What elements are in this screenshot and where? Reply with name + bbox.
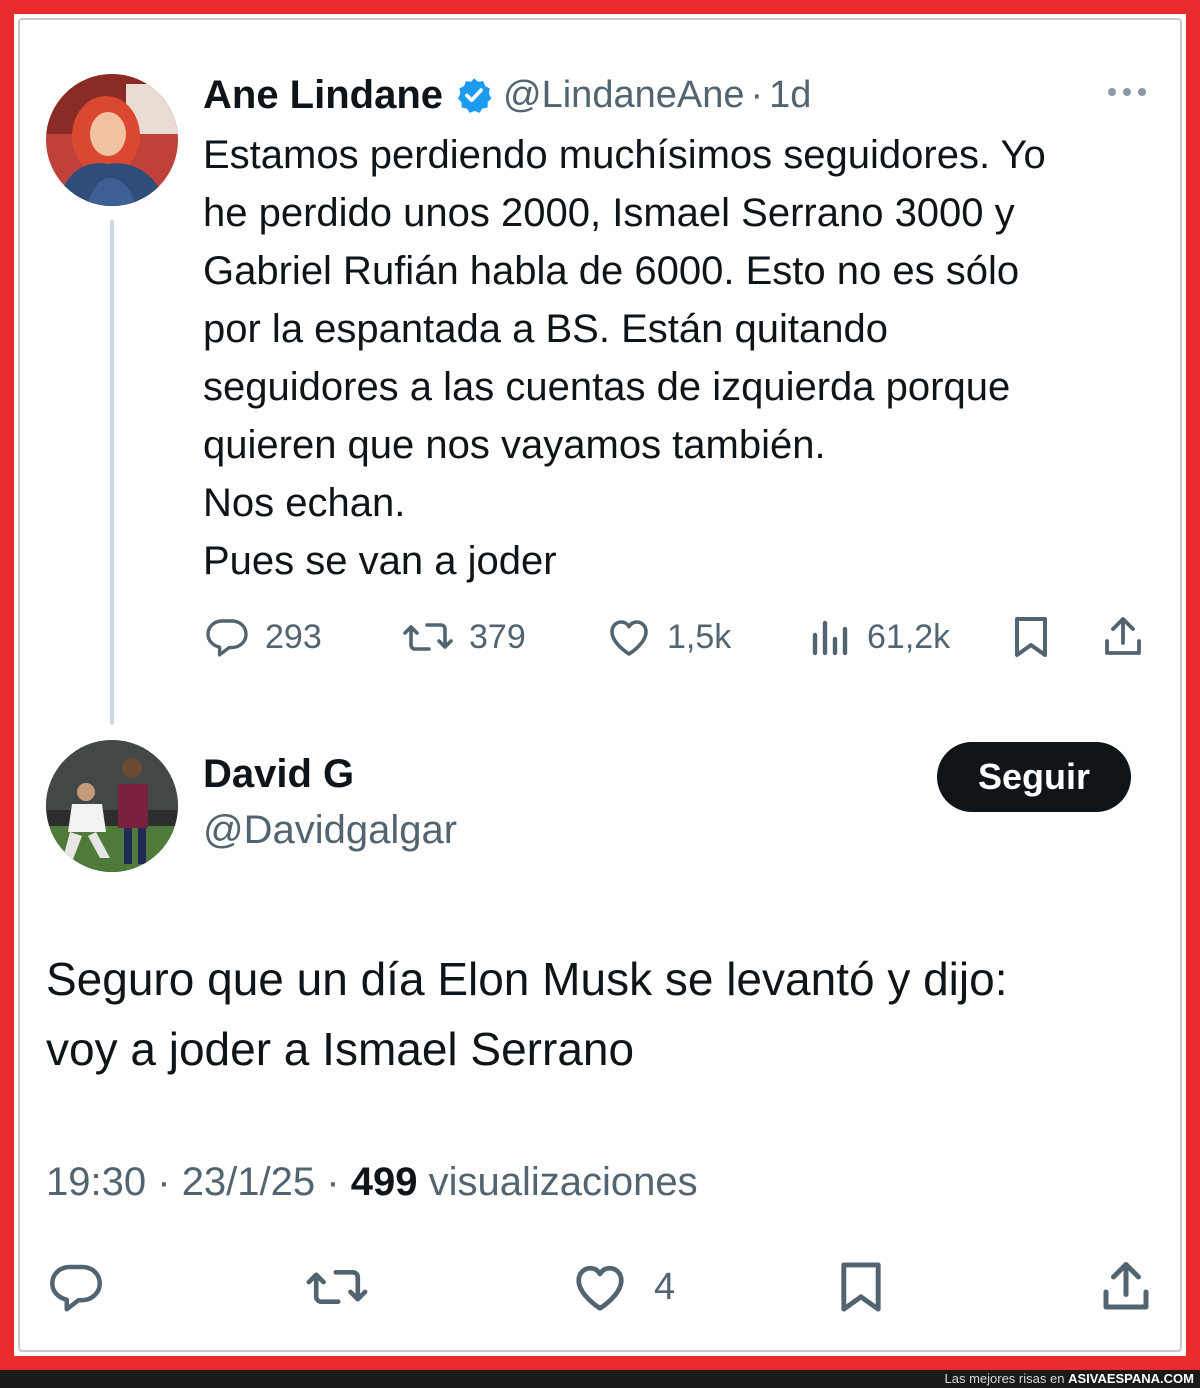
bookmark-button[interactable] (1009, 606, 1053, 668)
bookmark-icon (1009, 613, 1053, 661)
bookmark-icon (834, 1257, 888, 1317)
separator-dot: · (157, 1160, 171, 1204)
reply-author-handle[interactable]: @Davidgalgar (203, 808, 457, 853)
tweet-text-line: Gabriel Rufián habla de 6000. Esto no es… (203, 249, 1020, 293)
reply-icon (203, 613, 251, 661)
views-count: 61,2k (867, 617, 951, 656)
ane-lindane-avatar[interactable] (46, 74, 178, 206)
tweet-text-line: seguidores a las cuentas de izquierda po… (203, 365, 1011, 409)
follow-button[interactable]: Seguir (937, 742, 1131, 812)
david-g-avatar[interactable] (46, 740, 178, 872)
watermark-footer: Las mejores risas en ASIVAESPANA.COM (0, 1370, 1200, 1388)
share-button[interactable] (1099, 606, 1147, 668)
tweet-time[interactable]: 1d (769, 74, 811, 117)
bookmark-button[interactable] (834, 1256, 888, 1318)
like-count: 4 (654, 1265, 676, 1308)
share-icon (1096, 1257, 1156, 1317)
author-name[interactable]: Ane Lindane (203, 73, 443, 118)
footer-prefix: Las mejores risas en (944, 1371, 1065, 1386)
like-icon (570, 1257, 630, 1317)
repost-icon (401, 613, 455, 661)
like-button[interactable]: 1,5k (605, 606, 731, 668)
tweet-text-line: por la espantada a BS. Están quitando (203, 307, 888, 351)
original-tweet-text: Estamos perdiendo muchísimos seguidores.… (203, 126, 1153, 590)
repost-count: 379 (469, 617, 526, 656)
more-icon[interactable] (1104, 80, 1150, 104)
reply-text-line: Seguro que un día Elon Musk se levantó y… (46, 953, 1008, 1005)
reply-date[interactable]: 23/1/25 (182, 1160, 315, 1204)
repost-button[interactable] (304, 1256, 370, 1318)
reply-button[interactable] (46, 1256, 106, 1318)
tweet-text-line: Nos echan. (203, 481, 406, 525)
separator-dot: · (326, 1160, 340, 1204)
tweet-text-line: he perdido unos 2000, Ismael Serrano 300… (203, 191, 1015, 235)
reply-tweet-text: Seguro que un día Elon Musk se levantó y… (46, 944, 1166, 1084)
repost-button[interactable]: 379 (401, 606, 526, 668)
views-button[interactable]: 61,2k (809, 606, 950, 668)
separator-dot: · (750, 73, 764, 116)
verified-badge-icon (455, 76, 493, 114)
like-count: 1,5k (667, 617, 732, 656)
tweet-text-line: Estamos perdiendo muchísimos seguidores.… (203, 133, 1046, 177)
share-icon (1099, 613, 1147, 661)
like-button[interactable]: 4 (570, 1256, 675, 1318)
views-icon (809, 613, 853, 661)
share-button[interactable] (1096, 1256, 1156, 1318)
repost-icon (304, 1257, 370, 1317)
reply-tweet-actions: 4 (46, 1256, 1156, 1320)
tweet-text-line: Pues se van a joder (203, 539, 557, 583)
original-tweet-actions: 293 379 1,5k 61,2k (203, 606, 1153, 668)
reply-count: 293 (265, 617, 322, 656)
reply-views-count: 499 (350, 1160, 418, 1204)
author-handle[interactable]: @LindaneAne (503, 74, 744, 117)
tweet-text-line: quieren que nos vayamos también. (203, 423, 826, 467)
original-tweet-header: Ane Lindane @LindaneAne · 1d (203, 70, 811, 120)
like-icon (605, 613, 653, 661)
reply-text-line: voy a joder a Ismael Serrano (46, 1023, 635, 1075)
reply-button[interactable]: 293 (203, 606, 322, 668)
reply-views-label[interactable]: visualizaciones (429, 1160, 698, 1204)
footer-site[interactable]: ASIVAESPANA.COM (1068, 1371, 1194, 1386)
reply-icon (46, 1257, 106, 1317)
reply-meta: 19:30 · 23/1/25 · 499 visualizaciones (46, 1160, 698, 1205)
reply-time[interactable]: 19:30 (46, 1160, 146, 1204)
reply-author-name[interactable]: David G (203, 752, 354, 797)
thread-line (110, 220, 114, 725)
